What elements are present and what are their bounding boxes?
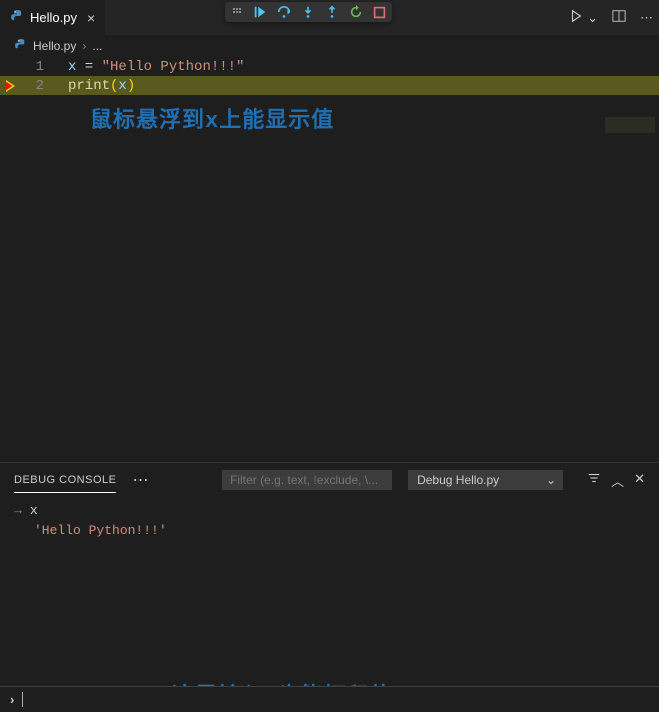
console-result-line: 'Hello Python!!!': [14, 521, 645, 541]
line-number: 2: [20, 78, 50, 94]
python-file-icon: [14, 38, 27, 54]
console-result: 'Hello Python!!!': [34, 521, 167, 541]
tab-debug-console[interactable]: DEBUG CONSOLE: [14, 468, 116, 493]
console-input-line: → x: [14, 501, 645, 521]
code-content[interactable]: print(x): [68, 78, 135, 94]
run-button[interactable]: [569, 9, 583, 26]
minimap[interactable]: [605, 117, 655, 133]
tab-bar: Hello.py × ⌄ ⋯: [0, 0, 659, 35]
annotation-hover: 鼠标悬浮到x上能显示值: [90, 102, 334, 134]
close-panel-button[interactable]: ✕: [634, 471, 645, 490]
python-file-icon: [10, 9, 24, 26]
restart-button[interactable]: [349, 5, 363, 19]
session-label: Debug Hello.py: [417, 473, 499, 487]
continue-button[interactable]: [253, 5, 267, 19]
step-over-button[interactable]: [277, 5, 291, 19]
debug-session-select[interactable]: Debug Hello.py: [408, 470, 563, 490]
breakpoint-current-icon[interactable]: [0, 80, 20, 92]
breadcrumb-file[interactable]: Hello.py: [33, 39, 76, 53]
text-cursor: [22, 692, 23, 707]
editor[interactable]: 1 x = "Hello Python!!!" 2 print(x) 鼠标悬浮到…: [0, 57, 659, 95]
stop-button[interactable]: [373, 5, 386, 19]
more-actions-button[interactable]: ⋯: [640, 10, 653, 26]
panel-actions: ︿ ✕: [587, 471, 645, 490]
chevron-right-icon: ›: [82, 39, 86, 53]
tab-filename: Hello.py: [30, 10, 77, 25]
drag-handle-icon[interactable]: [231, 5, 243, 19]
editor-actions: ⌄ ⋯: [569, 0, 653, 35]
breadcrumb-more[interactable]: ...: [92, 39, 102, 53]
run-dropdown-icon[interactable]: ⌄: [587, 10, 598, 26]
editor-tab[interactable]: Hello.py ×: [0, 0, 105, 35]
repl-input[interactable]: ›: [0, 686, 659, 712]
input-arrow-icon: →: [14, 501, 22, 521]
step-into-button[interactable]: [301, 5, 315, 19]
collapse-button[interactable]: ︿: [611, 471, 624, 490]
step-out-button[interactable]: [325, 5, 339, 19]
debug-panel: DEBUG CONSOLE ⋯ Debug Hello.py ︿ ✕ → x '…: [0, 462, 659, 712]
console-expression: x: [30, 501, 38, 521]
chevron-right-icon: ›: [10, 692, 14, 707]
panel-more-button[interactable]: ⋯: [132, 470, 148, 490]
panel-header: DEBUG CONSOLE ⋯ Debug Hello.py ︿ ✕: [0, 463, 659, 497]
breadcrumb[interactable]: Hello.py › ...: [0, 35, 659, 57]
code-line-current[interactable]: 2 print(x): [0, 76, 659, 95]
line-number: 1: [20, 59, 50, 75]
code-content[interactable]: x = "Hello Python!!!": [68, 59, 244, 75]
filter-options-button[interactable]: [587, 471, 601, 490]
console-output[interactable]: → x 'Hello Python!!!': [0, 497, 659, 545]
close-tab-icon[interactable]: ×: [87, 10, 95, 26]
debug-toolbar[interactable]: [225, 2, 392, 22]
split-editor-button[interactable]: [612, 9, 626, 26]
filter-input[interactable]: [222, 470, 392, 490]
code-line[interactable]: 1 x = "Hello Python!!!": [0, 57, 659, 76]
